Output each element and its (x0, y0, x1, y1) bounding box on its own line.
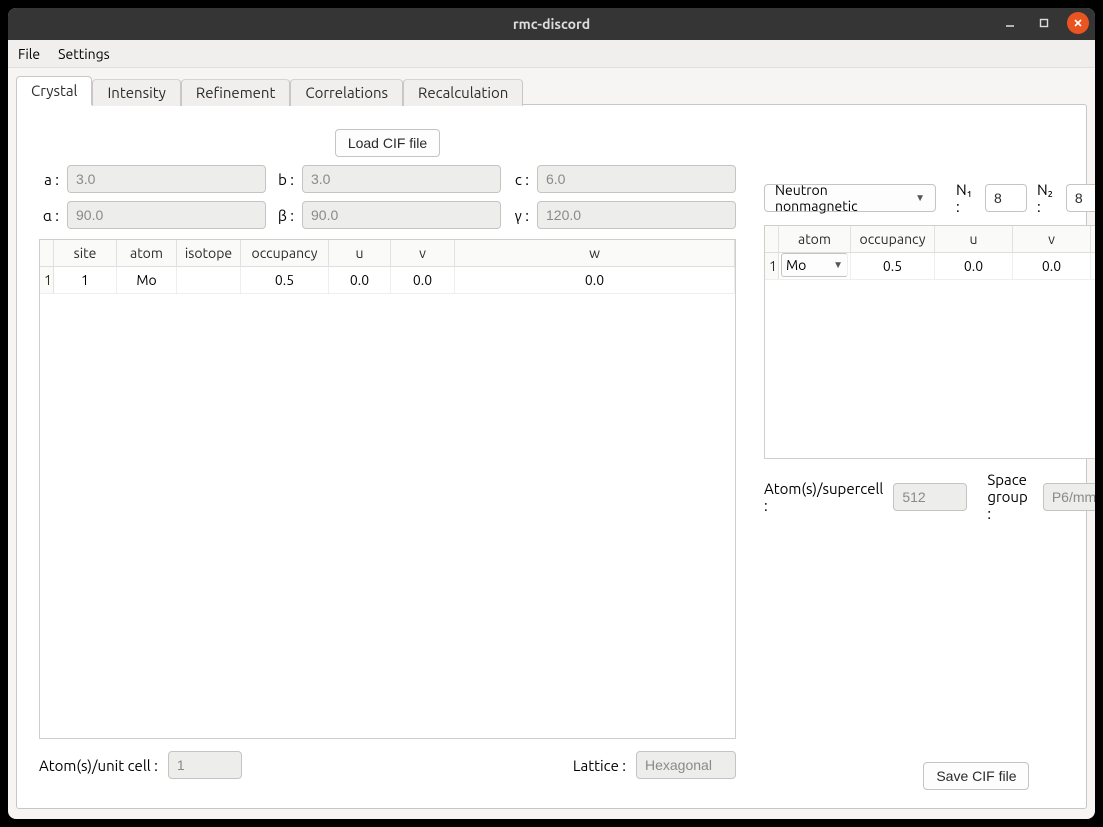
col-w[interactable]: w (1091, 226, 1095, 252)
chevron-down-icon: ▼ (915, 192, 925, 204)
menu-settings[interactable]: Settings (58, 46, 110, 62)
cell-occupancy[interactable]: 0.5 (851, 253, 935, 279)
tab-recalculation[interactable]: Recalculation (403, 79, 523, 106)
cell-u[interactable]: 0.0 (329, 267, 391, 293)
tab-correlations[interactable]: Correlations (290, 79, 403, 106)
label-n2: N₂ : (1037, 181, 1056, 215)
input-n2[interactable] (1066, 184, 1095, 212)
col-u[interactable]: u (935, 226, 1013, 252)
tab-bar: Crystal Intensity Refinement Correlation… (16, 76, 1087, 104)
cell-isotope[interactable] (177, 267, 241, 293)
scattering-mode-combo[interactable]: Neutron nonmagnetic ▼ (764, 184, 936, 212)
supercell-table[interactable]: atom occupancy u v w 1 Mo (764, 225, 1095, 459)
input-b[interactable] (302, 165, 501, 193)
label-beta: β : (274, 207, 294, 224)
col-occupancy[interactable]: occupancy (241, 240, 329, 266)
unitcell-table[interactable]: site atom isotope occupancy u v w 1 1 Mo (39, 239, 736, 739)
window-title: rmc-discord (513, 16, 590, 32)
label-b: b : (274, 171, 294, 188)
label-atoms-unitcell: Atom(s)/unit cell : (39, 757, 158, 774)
input-gamma[interactable] (537, 201, 736, 229)
cell-atom-combo[interactable]: Mo ▼ (781, 253, 848, 277)
tab-intensity[interactable]: Intensity (92, 79, 180, 106)
input-c[interactable] (537, 165, 736, 193)
row-number: 1 (765, 253, 779, 279)
col-v[interactable]: v (391, 240, 455, 266)
col-atom[interactable]: atom (779, 226, 851, 252)
load-cif-button[interactable]: Load CIF file (335, 129, 440, 157)
save-cif-button[interactable]: Save CIF file (923, 762, 1029, 790)
cell-u[interactable]: 0.0 (935, 253, 1013, 279)
col-v[interactable]: v (1013, 226, 1091, 252)
label-lattice: Lattice : (573, 757, 626, 774)
cell-v[interactable]: 0.0 (1013, 253, 1091, 279)
cell-v[interactable]: 0.0 (391, 267, 455, 293)
label-alpha: α : (39, 207, 59, 224)
col-w[interactable]: w (455, 240, 735, 266)
label-gamma: γ : (509, 207, 529, 224)
input-a[interactable] (67, 165, 266, 193)
label-c: c : (509, 171, 529, 188)
table-row[interactable]: 1 Mo ▼ 0.5 0.0 0.0 0.0 ✓ (765, 253, 1095, 280)
label-atoms-supercell: Atom(s)/supercell : (764, 480, 883, 514)
menubar: File Settings (8, 40, 1095, 68)
col-u[interactable]: u (329, 240, 391, 266)
row-number: 1 (40, 267, 54, 293)
input-beta[interactable] (302, 201, 501, 229)
table-row[interactable]: 1 1 Mo 0.5 0.0 0.0 0.0 (40, 267, 735, 294)
tab-refinement[interactable]: Refinement (181, 79, 291, 106)
tab-page-crystal: Load CIF file a : b : c : α : β : (16, 104, 1087, 809)
input-atoms-supercell[interactable] (893, 483, 967, 511)
close-button[interactable] (1067, 12, 1089, 34)
col-rownum (765, 226, 779, 252)
minimize-button[interactable] (999, 12, 1021, 34)
cell-occupancy[interactable]: 0.5 (241, 267, 329, 293)
col-rownum (40, 240, 54, 266)
input-spacegroup-name[interactable] (1043, 483, 1095, 511)
input-n1[interactable] (985, 184, 1027, 212)
col-atom[interactable]: atom (117, 240, 177, 266)
cell-site[interactable]: 1 (54, 267, 117, 293)
app-window: rmc-discord File Settings Crystal Intens… (8, 8, 1095, 819)
label-a: a : (39, 171, 59, 188)
cell-w[interactable]: 0.0 (1091, 253, 1095, 279)
titlebar: rmc-discord (8, 8, 1095, 40)
col-isotope[interactable]: isotope (177, 240, 241, 266)
cell-atom[interactable]: Mo (117, 267, 177, 293)
tab-crystal[interactable]: Crystal (16, 76, 92, 105)
maximize-button[interactable] (1033, 12, 1055, 34)
input-lattice[interactable] (636, 751, 736, 779)
cell-atom-value: Mo (786, 257, 806, 273)
col-occupancy[interactable]: occupancy (851, 226, 935, 252)
input-atoms-unitcell[interactable] (168, 751, 242, 779)
chevron-down-icon: ▼ (833, 259, 843, 271)
label-spacegroup: Space group : (987, 471, 1032, 522)
menu-file[interactable]: File (18, 46, 40, 62)
input-alpha[interactable] (67, 201, 266, 229)
label-n1: N₁ : (956, 181, 975, 215)
cell-w[interactable]: 0.0 (455, 267, 735, 293)
col-site[interactable]: site (54, 240, 117, 266)
scattering-mode-value: Neutron nonmagnetic (775, 182, 907, 214)
